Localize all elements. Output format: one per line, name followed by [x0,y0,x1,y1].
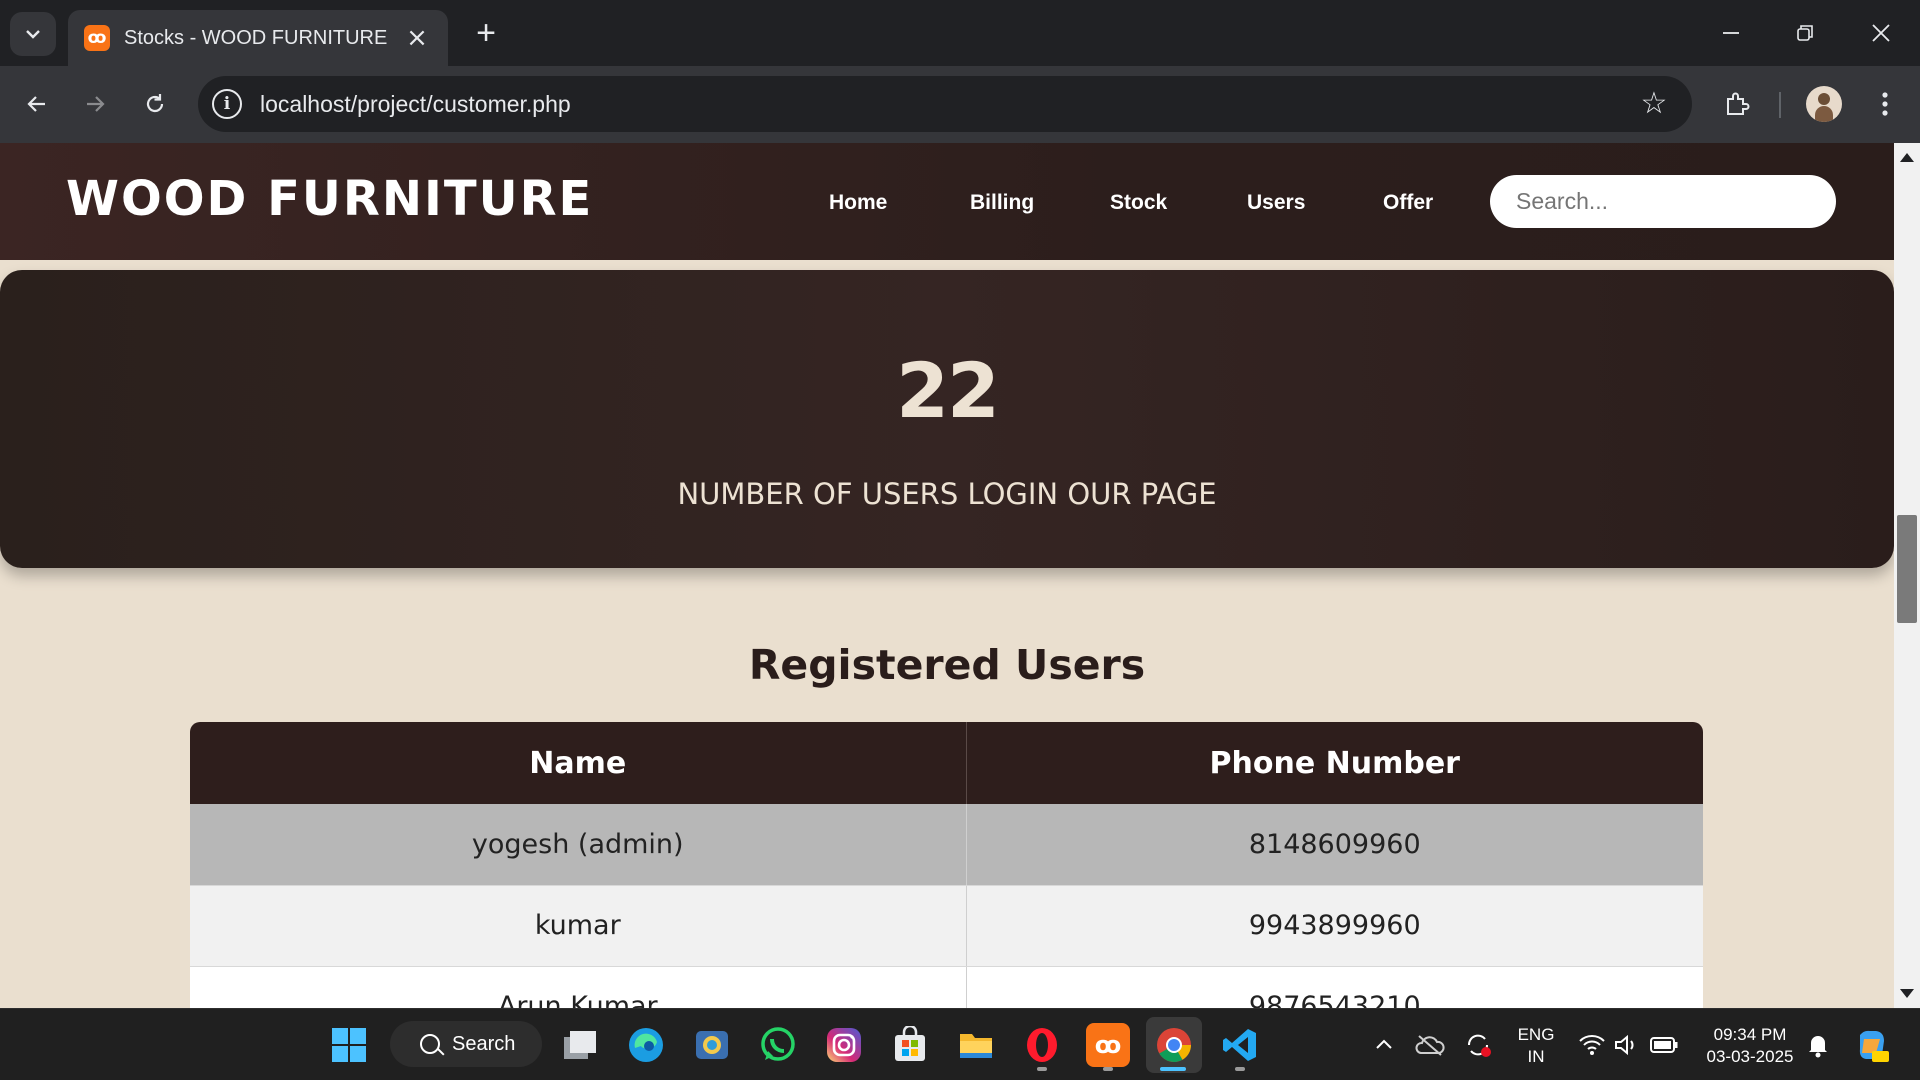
site-header: WOOD FURNITURE Home Billing Stock Users … [0,143,1894,260]
bookmark-star-icon[interactable]: ☆ [1634,84,1674,124]
active-indicator [1160,1067,1186,1071]
vscode-icon[interactable] [1218,1023,1262,1067]
reload-icon [146,94,164,113]
arrow-right-icon [87,96,105,112]
store-icon[interactable] [888,1023,932,1067]
forward-button[interactable] [74,83,116,125]
user-name-cell: kumar [190,885,966,967]
clock[interactable]: 09:34 PM 03-03-2025 [1692,1024,1808,1068]
language-code: ENG [1517,1025,1555,1044]
xampp-favicon-icon: ꝏ [84,25,110,51]
restore-button[interactable] [1780,12,1830,54]
edge-icon[interactable] [624,1023,668,1067]
arrow-left-icon [27,96,45,112]
extensions-button[interactable] [1716,83,1758,125]
nav-offer[interactable]: Offer [1383,191,1433,215]
toolbar-separator [1779,92,1781,118]
tab-search-button[interactable] [10,12,56,56]
clock-date: 03-03-2025 [1706,1047,1794,1066]
instagram-icon[interactable] [822,1023,866,1067]
task-view-icon[interactable] [558,1023,602,1067]
nav-billing[interactable]: Billing [970,191,1034,215]
profile-avatar[interactable] [1806,86,1842,122]
site-brand[interactable]: WOOD FURNITURE [66,171,593,227]
column-header-phone: Phone Number [965,722,1703,804]
restore-icon [1797,25,1813,41]
reload-button[interactable] [134,83,176,125]
tray-chevron-up-icon[interactable] [1362,1023,1406,1067]
registered-users-title: Registered Users [748,641,1146,689]
user-count-caption: NUMBER OF USERS LOGIN OUR PAGE [677,477,1217,511]
photos-icon[interactable] [690,1023,734,1067]
running-indicator [1103,1067,1113,1071]
table-header-row: Name Phone Number [190,722,1703,804]
user-phone-cell: 9876543210 [965,966,1703,1008]
running-indicator [1037,1067,1047,1071]
clock-time: 09:34 PM [1713,1025,1787,1044]
user-count-value: 22 [896,346,1000,435]
browser-tab-active[interactable]: ꝏ Stocks - WOOD FURNITURE × [68,10,448,66]
battery-icon[interactable] [1642,1023,1686,1067]
new-tab-button[interactable]: + [466,14,506,54]
url-text[interactable]: localhost/project/customer.php [260,91,1634,118]
language-indicator[interactable]: ENG IN [1510,1024,1562,1068]
browser-menu-button[interactable] [1864,83,1906,125]
table-row: kumar 9943899960 [190,885,1703,967]
nav-users[interactable]: Users [1247,191,1305,215]
browser-toolbar: i localhost/project/customer.php ☆ [0,66,1920,143]
sync-icon[interactable] [1456,1023,1500,1067]
table-row: yogesh (admin) 8148609960 [190,804,1703,886]
table-row: Arun Kumar 9876543210 [190,966,1703,1008]
column-header-name: Name [190,722,966,804]
user-count-banner: 22 NUMBER OF USERS LOGIN OUR PAGE [0,270,1894,568]
close-icon [1872,24,1890,42]
tab-title: Stocks - WOOD FURNITURE [124,26,388,49]
scroll-up-arrow-icon[interactable] [1900,153,1914,162]
chrome-icon[interactable] [1146,1017,1202,1073]
scroll-down-arrow-icon[interactable] [1900,989,1914,998]
taskbar-search-box[interactable]: Search [390,1021,542,1067]
browser-tabstrip: ꝏ Stocks - WOOD FURNITURE × + [0,0,1920,66]
file-explorer-icon[interactable] [954,1023,998,1067]
address-bar[interactable]: i localhost/project/customer.php ☆ [198,76,1692,132]
xampp-icon[interactable]: ꝏ [1086,1023,1130,1067]
nav-stock[interactable]: Stock [1110,191,1167,215]
site-info-icon[interactable]: i [212,89,242,119]
tab-close-icon[interactable]: × [402,23,432,53]
chevron-down-icon [26,30,40,39]
nav-home[interactable]: Home [829,191,887,215]
start-icon[interactable] [327,1023,371,1067]
user-name-cell: yogesh (admin) [190,804,966,886]
whatsapp-icon[interactable] [756,1023,800,1067]
search-icon [420,1034,440,1054]
scrollbar-thumb[interactable] [1897,515,1917,623]
notification-bell-icon[interactable] [1796,1023,1840,1067]
page-scrollbar[interactable] [1894,143,1920,1008]
running-indicator [1235,1067,1245,1071]
windows-taskbar: Search ꝏ ENG IN 09:34 PM 03-03-2025 [0,1008,1920,1080]
user-phone-cell: 8148609960 [965,804,1703,886]
taskbar-search-label: Search [452,1032,516,1055]
user-name-cell: Arun Kumar [190,966,966,1008]
user-phone-cell: 9943899960 [965,885,1703,967]
back-button[interactable] [16,83,58,125]
site-search-input[interactable] [1490,175,1836,228]
copilot-icon[interactable] [1850,1023,1894,1067]
minimize-button[interactable] [1706,12,1756,54]
close-window-button[interactable] [1856,12,1906,54]
opera-icon[interactable] [1020,1023,1064,1067]
puzzle-icon [1727,92,1750,115]
region-code: IN [1527,1047,1545,1066]
page-viewport: WOOD FURNITURE Home Billing Stock Users … [0,143,1894,1008]
registered-users-table: Name Phone Number yogesh (admin) 8148609… [190,722,1703,1008]
minimize-icon [1723,32,1739,34]
kebab-menu-icon [1882,92,1888,116]
onedrive-offline-icon[interactable] [1408,1023,1452,1067]
